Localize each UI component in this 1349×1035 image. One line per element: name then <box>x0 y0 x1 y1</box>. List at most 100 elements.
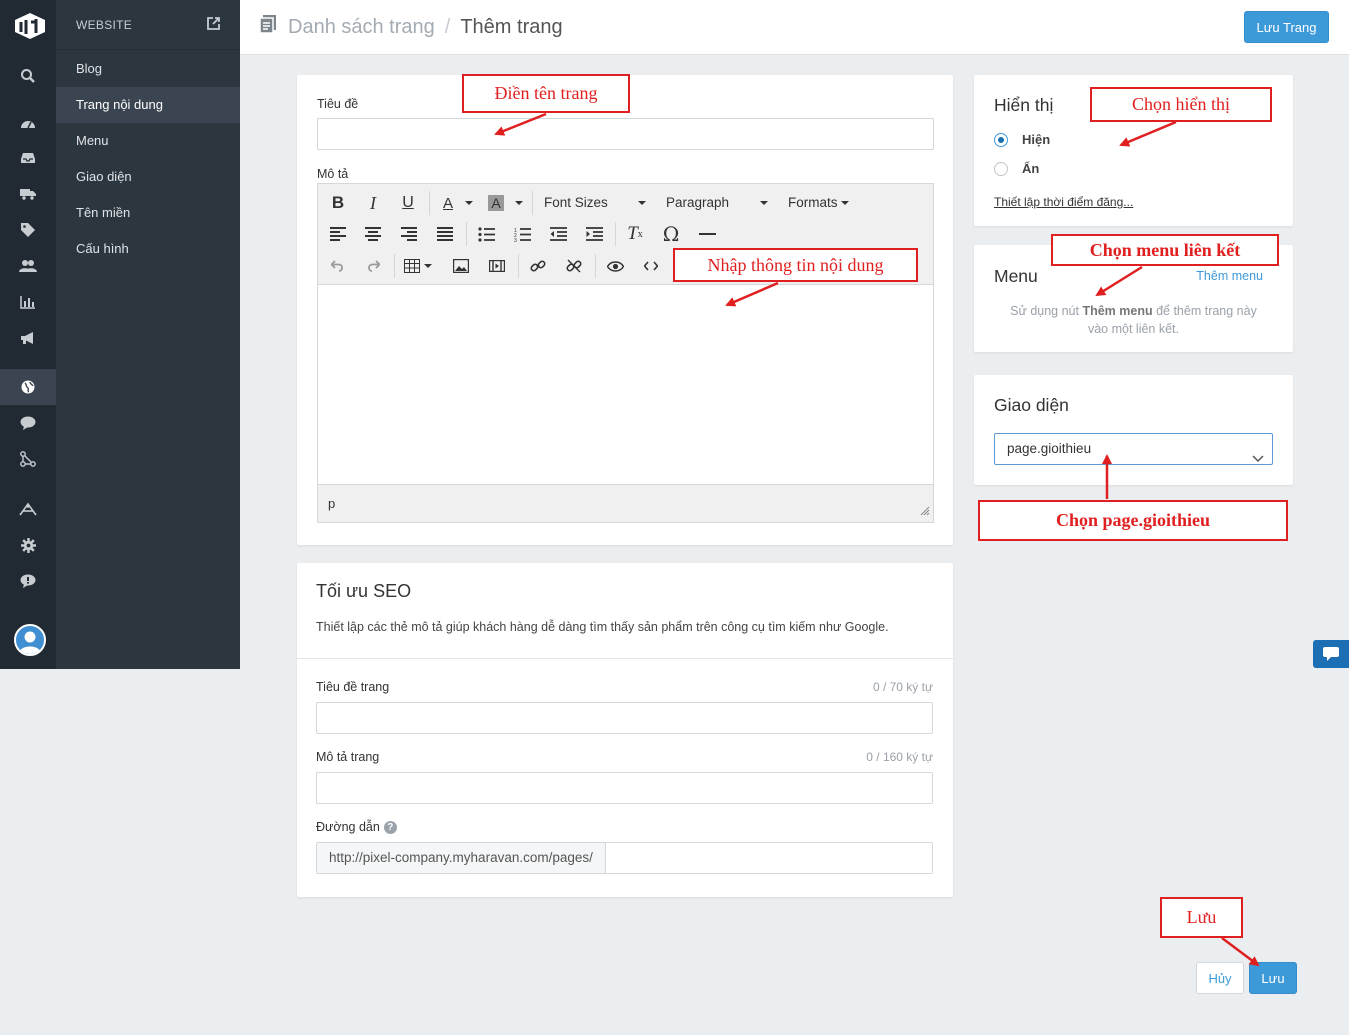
tools-icon[interactable] <box>0 491 56 527</box>
page-title: Thêm trang <box>460 15 563 38</box>
breadcrumb: Danh sách trang / Thêm trang <box>258 14 563 40</box>
text-color-icon[interactable]: A <box>436 190 460 216</box>
schedule-publish-link[interactable]: Thiết lập thời điểm đăng... <box>994 195 1133 209</box>
subnav-title: WEBSITE <box>76 17 133 32</box>
bold-icon[interactable]: B <box>326 190 350 216</box>
image-icon[interactable] <box>449 253 473 279</box>
link-icon[interactable] <box>526 253 550 279</box>
editor-content-area[interactable] <box>318 285 933 484</box>
seo-desc-input[interactable] <box>316 772 933 804</box>
promotion-icon[interactable] <box>0 320 56 356</box>
top-bar: Danh sách trang / Thêm trang Lưu Trang <box>240 0 1349 55</box>
chat-icon[interactable] <box>0 405 56 441</box>
help-icon[interactable] <box>0 563 56 599</box>
breadcrumb-parent[interactable]: Danh sách trang <box>288 16 435 39</box>
indent-icon[interactable] <box>582 221 606 247</box>
shipping-icon[interactable] <box>0 176 56 212</box>
visibility-option-hide[interactable]: Ẩn <box>994 161 1039 176</box>
avatar[interactable] <box>14 624 46 656</box>
paragraph-dropdown[interactable]: Paragraph <box>666 190 729 216</box>
arrow-to-save <box>1221 937 1260 967</box>
template-heading: Giao diện <box>994 395 1069 415</box>
settings-icon[interactable] <box>0 527 56 563</box>
bg-color-caret-icon[interactable] <box>513 190 525 216</box>
sidebar-item-config[interactable]: Cấu hình <box>56 231 240 267</box>
apps-icon[interactable] <box>0 441 56 477</box>
formats-dropdown[interactable]: Formats <box>788 190 850 216</box>
website-icon[interactable] <box>0 369 56 405</box>
template-card: Giao diện page.gioithieu <box>974 375 1293 485</box>
seo-page-title-label: Tiêu đề trang <box>316 680 390 694</box>
bg-color-icon[interactable]: A <box>484 190 508 216</box>
menu-heading: Menu <box>994 266 1038 286</box>
radio-show[interactable] <box>994 132 1008 147</box>
font-sizes-caret-icon[interactable] <box>636 190 648 216</box>
element-path[interactable]: p <box>328 496 335 511</box>
seo-title-input[interactable] <box>316 702 933 734</box>
question-icon[interactable]: ? <box>383 820 397 834</box>
paragraph-caret-icon[interactable] <box>758 190 770 216</box>
annotation-choose-template: Chọn page.gioithieu <box>978 500 1288 541</box>
visibility-option-show[interactable]: Hiện <box>994 132 1050 147</box>
sidebar-item-pages[interactable]: Trang nội dung <box>56 87 240 123</box>
annotation-enter-content: Nhập thông tin nội dung <box>673 248 918 282</box>
svg-text:3: 3 <box>514 238 517 242</box>
reports-icon[interactable] <box>0 284 56 320</box>
seo-description: Thiết lập các thẻ mô tả giúp khách hàng … <box>316 620 889 634</box>
preview-eye-icon[interactable] <box>603 253 627 279</box>
sidebar-item-blog[interactable]: Blog <box>56 51 240 87</box>
resize-handle-icon[interactable] <box>920 504 930 519</box>
external-link-icon[interactable] <box>207 16 220 33</box>
pages-list-icon <box>258 14 278 40</box>
undo-icon[interactable] <box>326 253 350 279</box>
sidebar-item-menu[interactable]: Menu <box>56 123 240 159</box>
seo-heading: Tối ưu SEO <box>316 581 412 601</box>
template-select[interactable]: page.gioithieu <box>994 433 1273 465</box>
title-input[interactable] <box>317 118 934 150</box>
align-left-icon[interactable] <box>326 221 350 247</box>
radio-hide[interactable] <box>994 161 1008 176</box>
table-icon[interactable] <box>402 253 434 279</box>
align-center-icon[interactable] <box>361 221 385 247</box>
seo-url-label: Đường dẫn <box>316 820 380 834</box>
add-menu-link[interactable]: Thêm menu <box>1196 269 1263 283</box>
underline-icon[interactable]: U <box>396 190 420 216</box>
italic-icon[interactable]: I <box>361 190 385 216</box>
save-button[interactable]: Lưu <box>1249 962 1297 994</box>
sidebar-item-themes[interactable]: Giao diện <box>56 159 240 195</box>
menu-help-text: Sử dụng nút Thêm menu để thêm trang này … <box>1010 304 1257 336</box>
visibility-hide-label: Ẩn <box>1022 161 1040 176</box>
bullet-list-icon[interactable] <box>474 221 498 247</box>
save-page-button[interactable]: Lưu Trang <box>1244 11 1329 43</box>
unlink-icon[interactable] <box>562 253 586 279</box>
clear-format-icon[interactable]: Tx <box>623 221 647 247</box>
special-char-icon[interactable]: Ω <box>659 221 683 247</box>
align-right-icon[interactable] <box>397 221 421 247</box>
chat-widget-button[interactable] <box>1313 640 1349 668</box>
horizontal-rule-icon[interactable] <box>695 221 719 247</box>
icon-rail <box>0 0 56 669</box>
cancel-button[interactable]: Hủy <box>1196 962 1244 994</box>
chevron-down-icon <box>1252 444 1264 474</box>
text-color-caret-icon[interactable] <box>463 190 475 216</box>
description-label: Mô tả <box>317 167 349 181</box>
font-sizes-dropdown[interactable]: Font Sizes <box>544 190 608 216</box>
sidebar-item-domains[interactable]: Tên miền <box>56 195 240 231</box>
align-justify-icon[interactable] <box>433 221 457 247</box>
customers-icon[interactable] <box>0 248 56 284</box>
annotation-save: Lưu <box>1160 897 1243 938</box>
seo-url-label-row: Đường dẫn ? <box>316 820 397 834</box>
search-icon[interactable] <box>0 58 56 94</box>
breadcrumb-separator: / <box>444 15 451 38</box>
haravan-logo-icon[interactable] <box>12 8 48 42</box>
redo-icon[interactable] <box>361 253 385 279</box>
numbered-list-icon[interactable]: 123 <box>510 221 534 247</box>
video-icon[interactable] <box>485 253 509 279</box>
dashboard-icon[interactable] <box>0 105 56 141</box>
annotation-choose-menu: Chọn menu liên kết <box>1051 234 1279 266</box>
outdent-icon[interactable] <box>546 221 570 247</box>
inbox-icon[interactable] <box>0 140 56 176</box>
source-code-icon[interactable] <box>639 253 663 279</box>
tag-icon[interactable] <box>0 212 56 248</box>
url-handle-input[interactable] <box>605 843 932 873</box>
